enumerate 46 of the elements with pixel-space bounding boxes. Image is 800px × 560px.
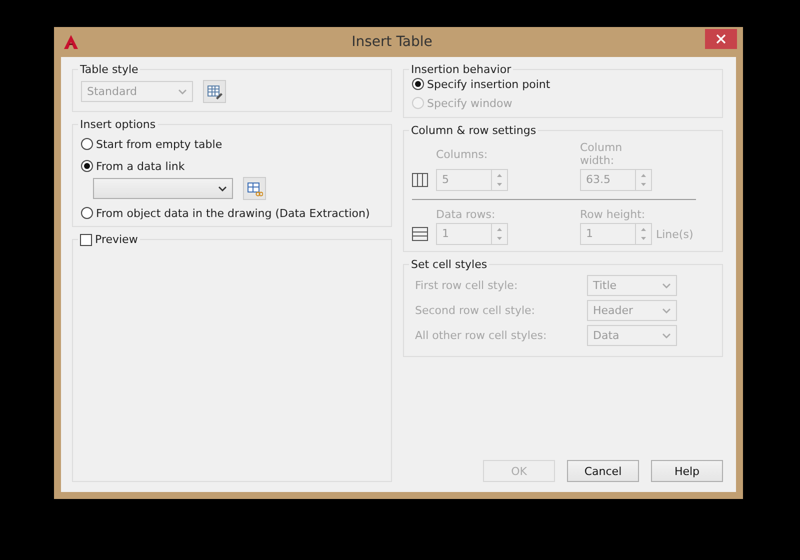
field-label: All other row cell styles:	[415, 329, 548, 342]
close-icon	[716, 34, 726, 44]
app-logo-icon	[63, 34, 79, 50]
unit-label: Line(s)	[656, 228, 694, 240]
group-label: Table style	[79, 63, 140, 76]
radio-button[interactable]: Specify insertion point	[412, 73, 550, 95]
group-label: Set cell styles	[410, 258, 488, 271]
checkbox[interactable]	[80, 234, 92, 246]
number-spinner[interactable]: 5	[436, 169, 508, 191]
rows-icon	[412, 227, 428, 241]
close-button[interactable]	[705, 29, 737, 49]
preview-label: Preview	[95, 233, 138, 246]
radio-circle[interactable]	[81, 138, 93, 150]
window-title: Insert Table	[350, 34, 434, 50]
caret-icon	[662, 332, 671, 338]
cell-style-dropdown[interactable]: Title	[587, 275, 677, 296]
data-link-dropdown[interactable]	[93, 178, 233, 199]
columns-icon	[412, 173, 428, 187]
cell-style-dropdown[interactable]: Data	[587, 325, 677, 346]
table-link-icon[interactable]	[243, 177, 266, 200]
table-edit-icon[interactable]	[203, 80, 226, 103]
number-spinner[interactable]: 1	[580, 223, 652, 245]
number-spinner[interactable]: 1	[436, 223, 508, 245]
group-label: Insert options	[79, 118, 157, 131]
radio-button[interactable]: From object data in the drawing (Data Extraction)	[81, 202, 370, 224]
radio-circle[interactable]	[81, 160, 93, 172]
caret-icon	[662, 308, 671, 314]
dialog-button[interactable]: Help	[651, 460, 723, 482]
field-label: Column width:	[580, 141, 624, 167]
field-label: Data rows:	[436, 208, 496, 221]
number-spinner[interactable]: 63.5	[580, 169, 652, 191]
field-label: First row cell style:	[415, 279, 519, 292]
radio-circle[interactable]	[81, 207, 93, 219]
group-label: Column & row settings	[410, 124, 538, 137]
radio-button[interactable]: From a data link	[81, 155, 185, 177]
field-label: Row height:	[580, 208, 646, 221]
caret-icon	[178, 88, 187, 94]
radio-circle[interactable]	[412, 78, 424, 90]
field-label: Second row cell style:	[415, 304, 536, 317]
caret-icon	[218, 186, 227, 192]
field-label: Columns:	[436, 148, 489, 160]
cell-style-dropdown[interactable]: Header	[587, 300, 677, 321]
group-label: Insertion behavior	[410, 63, 512, 76]
radio-button[interactable]: Start from empty table	[81, 133, 222, 155]
caret-icon	[662, 282, 671, 288]
dialog-button[interactable]: Cancel	[567, 460, 639, 482]
